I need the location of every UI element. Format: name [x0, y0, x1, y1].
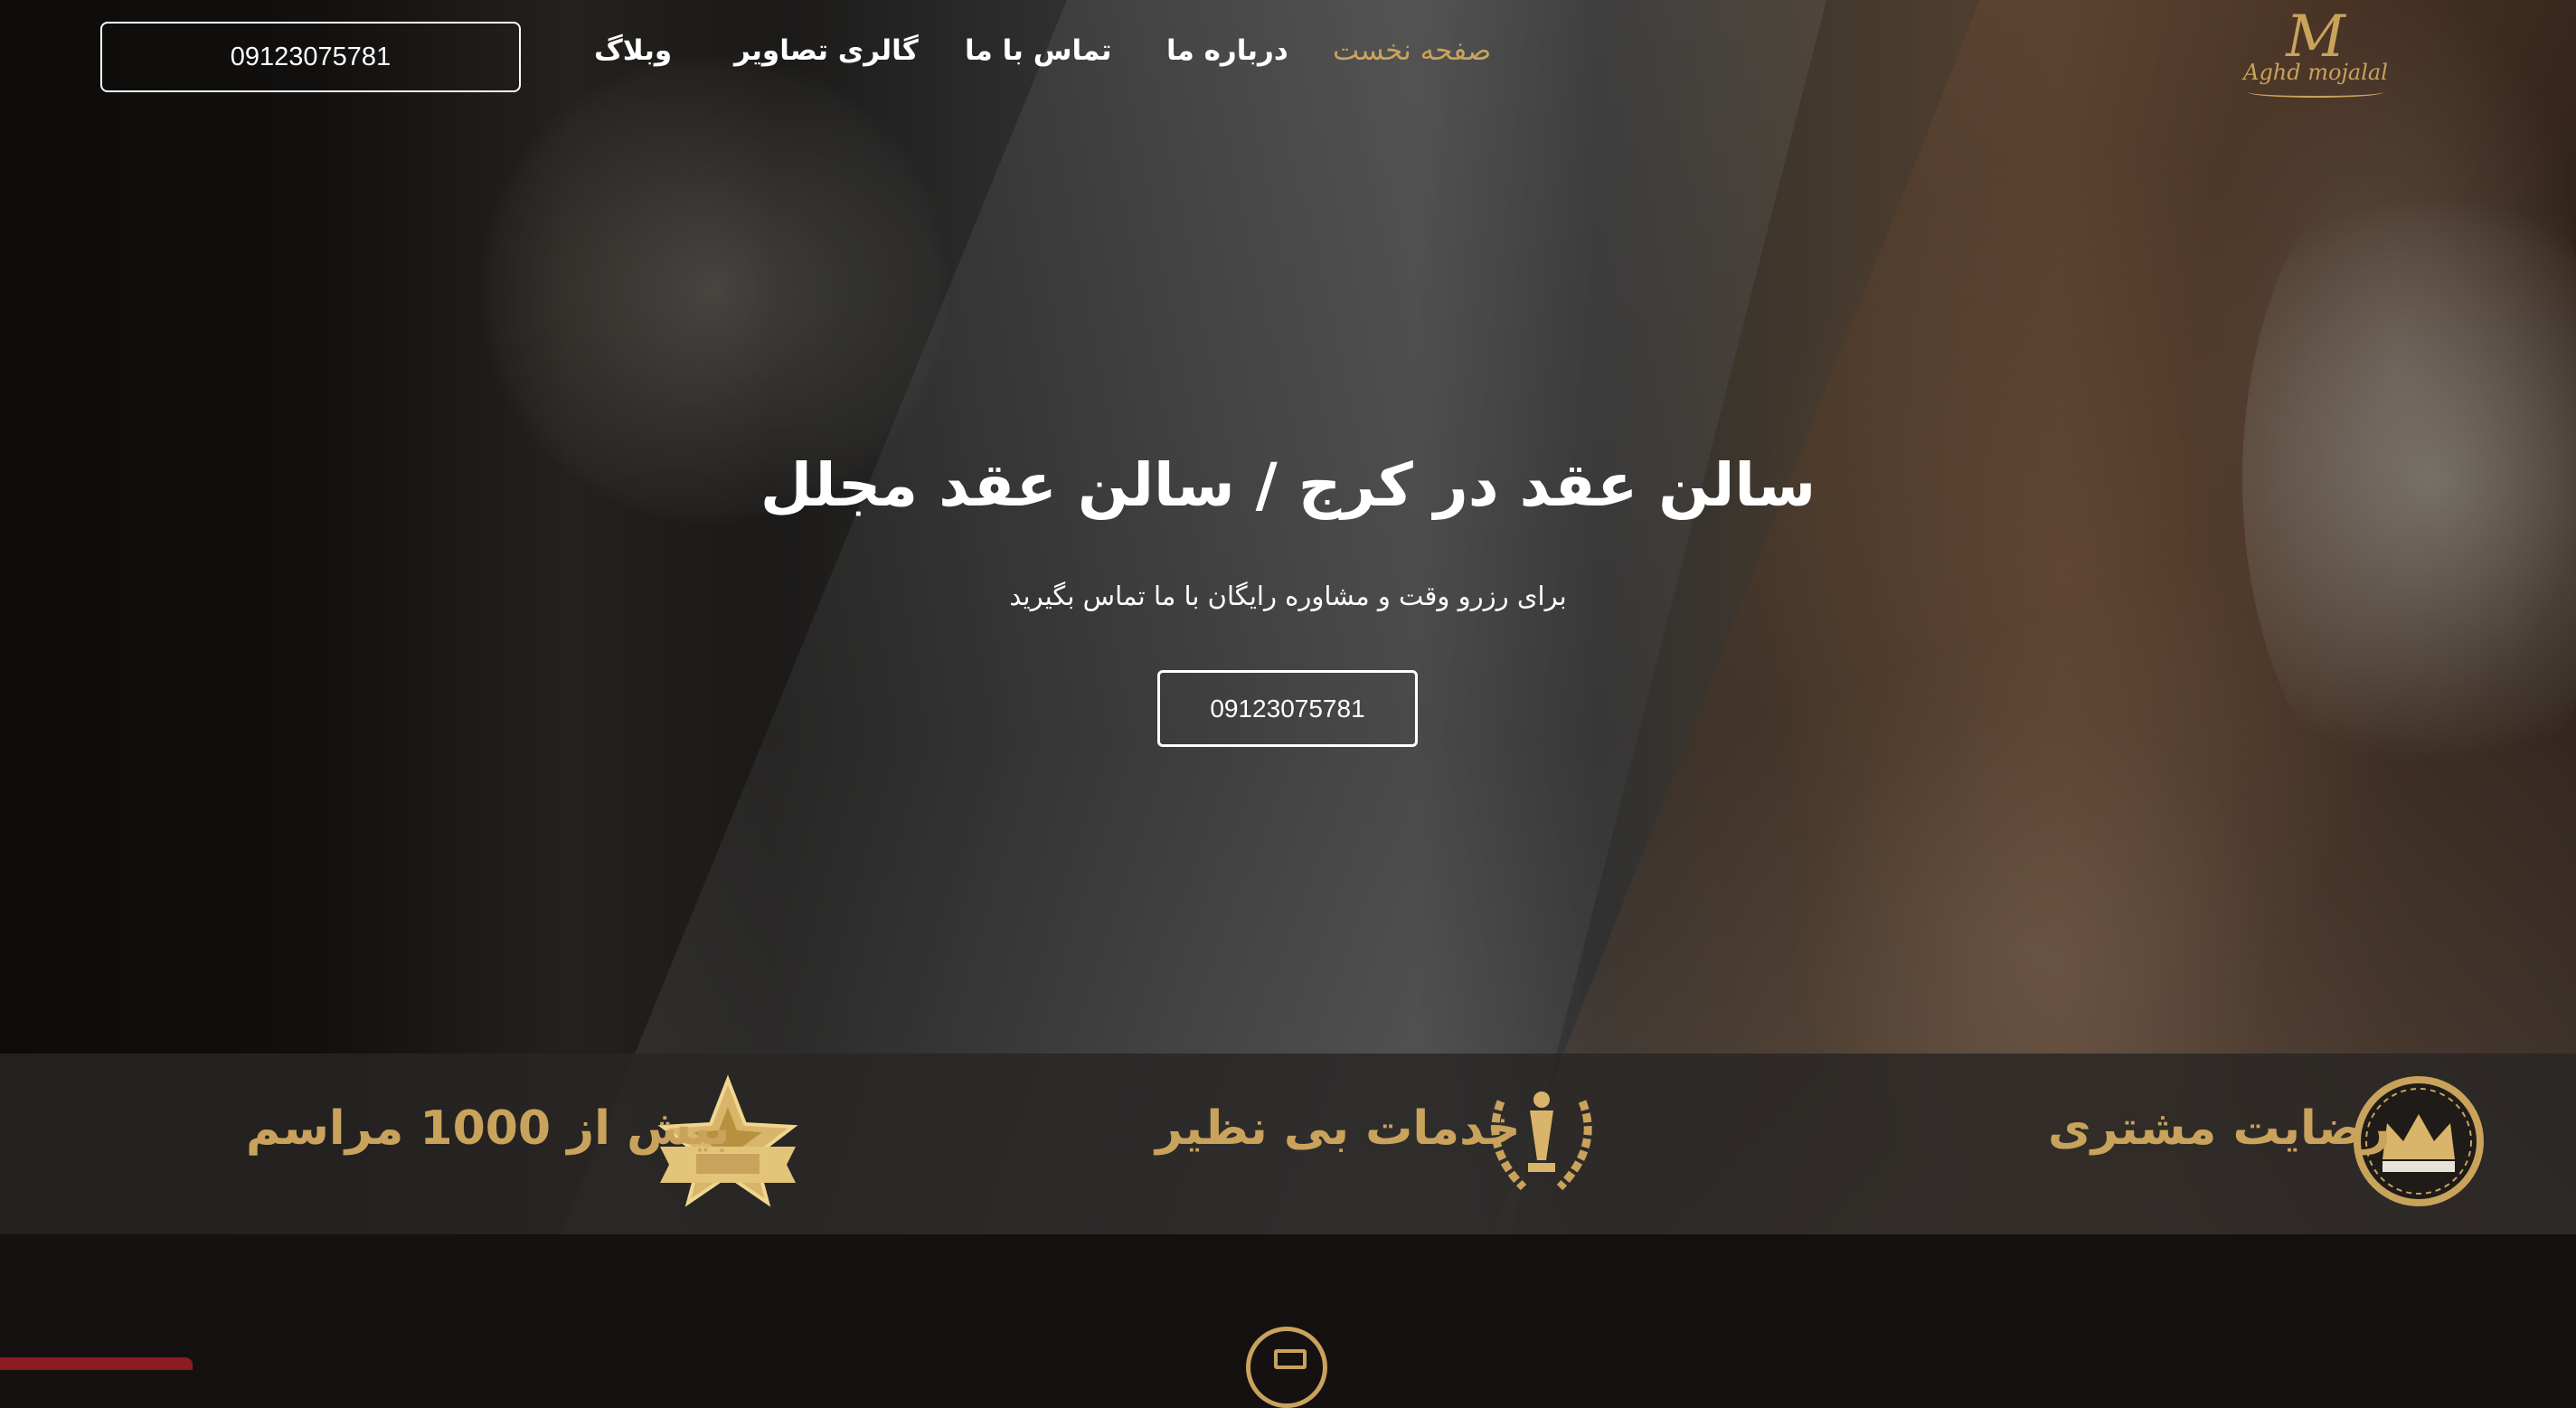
- hero-title: سالن عقد در کرج / سالن عقد مجلل: [760, 450, 1816, 520]
- feature-unique-services: خدمات بی نظیر: [1156, 1101, 1521, 1156]
- header-phone-button[interactable]: 09123075781: [100, 22, 521, 92]
- nav-item-gallery[interactable]: گالری تصاویر: [734, 34, 919, 67]
- hero-subtitle: برای رزرو وقت و مشاوره رایگان با ما تماس…: [1009, 581, 1567, 611]
- hero-overlay: [0, 0, 2576, 1234]
- hero-phone-button[interactable]: 09123075781: [1157, 670, 1418, 747]
- nav-item-home[interactable]: صفحه نخست: [1333, 34, 1491, 67]
- nav-item-blog[interactable]: وبلاگ: [594, 34, 672, 67]
- diamond-shape: [1274, 1349, 1307, 1369]
- nav-item-about[interactable]: درباره ما: [1166, 34, 1288, 67]
- nav-item-contact[interactable]: تماس با ما: [965, 34, 1112, 67]
- logo-flourish: [2248, 87, 2383, 98]
- feature-customer-satisfaction: رضایت مشتری: [2048, 1101, 2391, 1156]
- diamond-icon: [1246, 1327, 1327, 1408]
- feature-ceremonies-count: بیش از 1000 مراسم: [246, 1101, 731, 1156]
- hero-background: [0, 0, 2576, 1234]
